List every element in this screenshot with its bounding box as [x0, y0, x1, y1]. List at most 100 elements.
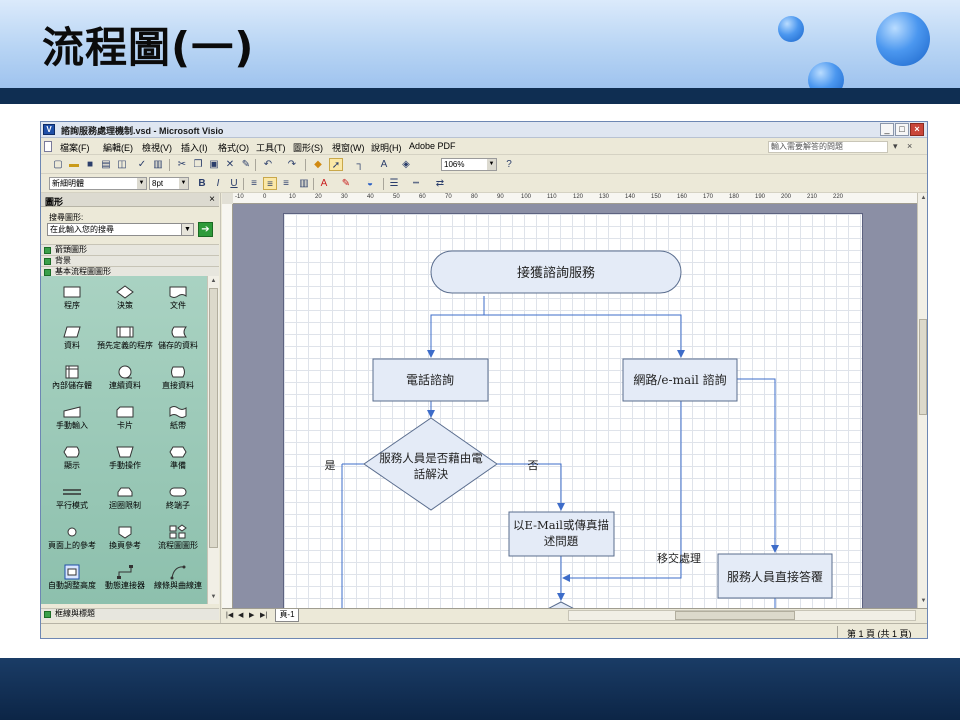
master-off-page-reference[interactable]: 換頁參考: [97, 524, 153, 564]
chevron-down-icon[interactable]: ▼: [181, 223, 194, 236]
master-manual-operation[interactable]: 手動操作: [97, 444, 153, 484]
menu-adobe-pdf[interactable]: Adobe PDF: [409, 141, 456, 151]
font-color-icon[interactable]: A: [317, 177, 331, 190]
vertical-scrollbar[interactable]: ▲ ▼: [917, 193, 927, 608]
master-flowchart-shapes[interactable]: 流程圖圖形: [150, 524, 206, 564]
shapes-icon[interactable]: ◆: [311, 158, 325, 171]
spelling-icon[interactable]: ✓: [135, 158, 149, 171]
bold-icon[interactable]: B: [195, 177, 209, 190]
help-icon[interactable]: ?: [502, 158, 516, 171]
horizontal-scroll-thumb[interactable]: [675, 611, 795, 620]
paste-icon[interactable]: ▣: [207, 158, 221, 171]
research-icon[interactable]: ▥: [151, 158, 165, 171]
master-sequential-data[interactable]: 連續資料: [97, 364, 153, 404]
stencil-borders-titles[interactable]: 框線與標題: [41, 608, 219, 620]
redo-icon[interactable]: ↷: [285, 158, 299, 171]
doc-close-icon[interactable]: ×: [907, 141, 912, 151]
stencil-scrollbar[interactable]: ▲ ▼: [207, 276, 219, 604]
master-process[interactable]: 程序: [44, 284, 100, 324]
connector-start-to-web[interactable]: [483, 296, 685, 358]
undo-icon[interactable]: ↶: [261, 158, 275, 171]
italic-icon[interactable]: I: [211, 177, 225, 190]
window-titlebar[interactable]: V 諮詢服務處理機制.vsd - Microsoft Visio _ □ ×: [41, 122, 927, 138]
open-icon[interactable]: ▬: [67, 158, 81, 171]
justify-icon[interactable]: ▥: [297, 177, 311, 190]
restore-button[interactable]: □: [895, 123, 909, 136]
master-card[interactable]: 卡片: [97, 404, 153, 444]
first-page-icon[interactable]: |◀: [226, 611, 233, 619]
help-dropdown-icon[interactable]: ▾: [893, 141, 898, 152]
next-page-icon[interactable]: ▶: [249, 611, 254, 619]
new-icon[interactable]: ▢: [51, 158, 65, 171]
drawing-canvas[interactable]: 接獲諮詢服務 電話諮詢 網路/e-mail 諮詢 服務人員是否藉由電 話解決 是…: [233, 204, 917, 608]
menu-file[interactable]: 檔案(F): [60, 141, 90, 154]
master-manual-input[interactable]: 手動輸入: [44, 404, 100, 444]
document-icon[interactable]: [44, 141, 52, 152]
line-weight-icon[interactable]: ☰: [387, 177, 401, 190]
master-internal-storage[interactable]: 內部儲存體: [44, 364, 100, 404]
line-color-icon[interactable]: ✎: [339, 177, 353, 190]
last-page-icon[interactable]: ▶|: [260, 611, 267, 619]
master-on-page-reference[interactable]: 頁面上的參考: [44, 524, 100, 564]
horizontal-scrollbar[interactable]: [568, 610, 916, 621]
master-preparation[interactable]: 準備: [150, 444, 206, 484]
master-dynamic-connector[interactable]: 動態連接器: [97, 564, 153, 604]
menu-view[interactable]: 檢視(V): [142, 141, 172, 154]
drawing-tools-icon[interactable]: ◈: [399, 158, 413, 171]
master-data[interactable]: 資料: [44, 324, 100, 364]
master-stored-data[interactable]: 儲存的資料: [150, 324, 206, 364]
master-display[interactable]: 顯示: [44, 444, 100, 484]
stencil-scroll-thumb[interactable]: [209, 288, 218, 548]
stencil-arrow-shapes[interactable]: 箭頭圖形: [41, 244, 219, 255]
pointer-tool-icon[interactable]: ➚: [329, 158, 343, 171]
line-ends-icon[interactable]: ⇄: [433, 177, 447, 190]
menu-help[interactable]: 說明(H): [371, 141, 402, 154]
font-size-select[interactable]: 8pt ▼: [149, 177, 189, 190]
align-left-icon[interactable]: ≡: [247, 177, 261, 190]
menu-window[interactable]: 視窗(W): [332, 141, 365, 154]
master-predefined-process[interactable]: 預先定義的程序: [97, 324, 153, 364]
search-input[interactable]: 在此輸入您的搜尋: [47, 223, 188, 236]
minimize-button[interactable]: _: [880, 123, 894, 136]
delete-icon[interactable]: ✕: [223, 158, 237, 171]
menu-format[interactable]: 格式(O): [218, 141, 249, 154]
master-auto-height[interactable]: 自動調整高度: [44, 564, 100, 604]
scroll-up-icon[interactable]: ▲: [918, 193, 927, 204]
close-button[interactable]: ×: [910, 123, 924, 136]
menu-edit[interactable]: 編輯(E): [103, 141, 133, 154]
connector-start-to-phone[interactable]: [427, 296, 485, 358]
close-icon[interactable]: ×: [209, 194, 215, 205]
fill-color-icon[interactable]: ◒: [363, 177, 377, 190]
master-document[interactable]: 文件: [150, 284, 206, 324]
cut-icon[interactable]: ✂: [175, 158, 189, 171]
tab-page-1[interactable]: 頁-1: [275, 609, 299, 622]
help-question-input[interactable]: 輸入需要解答的問題: [768, 141, 888, 153]
align-center-icon[interactable]: ≡: [263, 177, 277, 190]
text-tool-icon[interactable]: A: [377, 158, 391, 171]
stencil-backgrounds[interactable]: 背景: [41, 255, 219, 266]
zoom-select[interactable]: 106% ▼: [441, 158, 497, 171]
underline-icon[interactable]: U: [227, 177, 241, 190]
search-go-icon[interactable]: ➔: [198, 222, 213, 237]
connector-web-to-direct[interactable]: [736, 378, 779, 553]
master-loop-limit[interactable]: 迴圈限制: [97, 484, 153, 524]
master-direct-data[interactable]: 直接資料: [150, 364, 206, 404]
print-preview-icon[interactable]: ◫: [115, 158, 129, 171]
line-pattern-icon[interactable]: ┅: [409, 177, 423, 190]
master-decision[interactable]: 決策: [97, 284, 153, 324]
align-right-icon[interactable]: ≡: [279, 177, 293, 190]
prev-page-icon[interactable]: ◀: [238, 611, 243, 619]
scroll-down-icon[interactable]: ▼: [918, 596, 927, 607]
scroll-down-icon[interactable]: ▼: [208, 592, 219, 603]
menu-tools[interactable]: 工具(T): [256, 141, 286, 154]
menu-insert[interactable]: 插入(I): [181, 141, 208, 154]
master-parallel-mode[interactable]: 平行模式: [44, 484, 100, 524]
menu-shape[interactable]: 圖形(S): [293, 141, 323, 154]
print-icon[interactable]: ▤: [99, 158, 113, 171]
font-select[interactable]: 新細明體 ▼: [49, 177, 147, 190]
save-icon[interactable]: ■: [83, 158, 97, 171]
copy-icon[interactable]: ❐: [191, 158, 205, 171]
master-terminator[interactable]: 終端子: [150, 484, 206, 524]
master-line-curve-connector[interactable]: 線條與曲線連: [150, 564, 206, 604]
scroll-up-icon[interactable]: ▲: [208, 276, 219, 287]
